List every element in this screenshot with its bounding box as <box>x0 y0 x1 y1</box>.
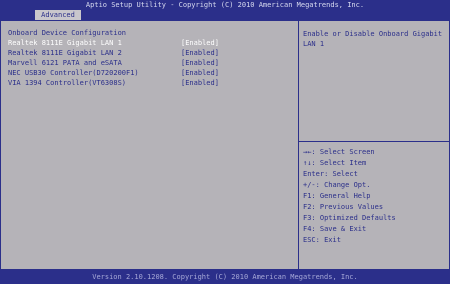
setting-row-lan2[interactable]: Realtek 8111E Gigabit LAN 2 [Enabled] <box>8 48 293 58</box>
setting-label: Realtek 8111E Gigabit LAN 1 <box>8 39 122 47</box>
footer-version: Version 2.10.1208. Copyright (C) 2010 Am… <box>0 270 450 284</box>
setting-label: NEC USB30 Controller(D720200F1) <box>8 69 139 77</box>
setting-row-usb30[interactable]: NEC USB30 Controller(D720200F1) [Enabled… <box>8 68 293 78</box>
setting-value[interactable]: [Enabled] <box>181 48 219 58</box>
section-title: Onboard Device Configuration <box>8 29 127 37</box>
setting-row-1394[interactable]: VIA 1394 Controller(VT6308S) [Enabled] <box>8 78 293 88</box>
help-text: Enable or Disable Onboard Gigabit LAN 1 <box>303 30 443 48</box>
key-f2: F2: Previous Values <box>303 203 384 211</box>
horizontal-divider <box>298 141 450 142</box>
setting-label: Realtek 8111E Gigabit LAN 2 <box>8 49 122 57</box>
setting-value[interactable]: [Enabled] <box>181 38 219 48</box>
setting-label: VIA 1394 Controller(VT6308S) <box>8 79 127 87</box>
title-bar: Aptio Setup Utility - Copyright (C) 2010… <box>0 0 450 20</box>
key-select-screen: →←: Select Screen <box>303 148 375 156</box>
key-f3: F3: Optimized Defaults <box>303 214 396 222</box>
key-enter: Enter: Select <box>303 170 358 178</box>
setting-value[interactable]: [Enabled] <box>181 68 219 78</box>
key-esc: ESC: Exit <box>303 236 341 244</box>
setting-value[interactable]: [Enabled] <box>181 58 219 68</box>
setting-value[interactable]: [Enabled] <box>181 78 219 88</box>
key-select-item: ↑↓: Select Item <box>303 159 367 167</box>
key-legend: →←: Select Screen ↑↓: Select Item Enter:… <box>303 147 443 246</box>
vertical-divider <box>298 20 299 270</box>
setting-row-marvell[interactable]: Marvell 6121 PATA and eSATA [Enabled] <box>8 58 293 68</box>
key-f4: F4: Save & Exit <box>303 225 367 233</box>
app-title: Aptio Setup Utility - Copyright (C) 2010… <box>85 1 365 9</box>
tab-advanced[interactable]: Advanced <box>35 10 81 20</box>
setting-label: Marvell 6121 PATA and eSATA <box>8 59 122 67</box>
key-change-opt: +/-: Change Opt. <box>303 181 371 189</box>
key-f1: F1: General Help <box>303 192 371 200</box>
setting-row-lan1[interactable]: Realtek 8111E Gigabit LAN 1 [Enabled] <box>8 38 293 48</box>
